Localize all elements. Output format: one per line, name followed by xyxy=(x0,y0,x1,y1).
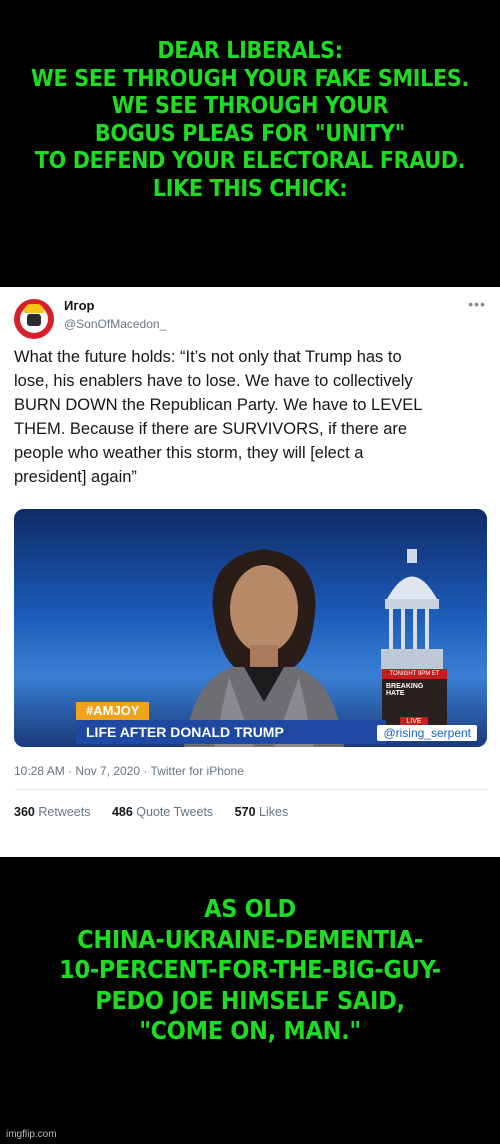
tweet-author-name[interactable]: Игор xyxy=(64,298,94,313)
likes-count: 570 xyxy=(234,805,256,819)
tweet-text-line: lose, his enablers have to lose. We have… xyxy=(14,372,413,390)
tweet-text-line: What the future holds: “It’s not only th… xyxy=(14,348,402,366)
caption-line: DEAR LIBERALS: xyxy=(157,38,343,64)
retweets-count: 360 xyxy=(14,805,35,819)
more-options-icon[interactable]: ••• xyxy=(468,296,486,312)
tweet-text-line: president] again” xyxy=(14,468,137,486)
caption-line: 10-PERCENT-FOR-THE-BIG-GUY- xyxy=(59,955,441,984)
capitol-dome-icon xyxy=(381,549,443,669)
caption-line: PEDO JOE HIMSELF SAID, xyxy=(95,985,405,1015)
inset-schedule: TONIGHT 9PM ET xyxy=(382,669,447,679)
caption-line: CHINA-UKRAINE-DEMENTIA- xyxy=(77,924,423,954)
divider xyxy=(14,789,487,790)
caption-line: WE SEE THROUGH YOUR FAKE SMILES. xyxy=(30,65,470,92)
video-watermark: @rising_serpent xyxy=(377,725,477,741)
retweets-stat[interactable]: 360 Retweets xyxy=(14,805,90,819)
tweet-author-handle[interactable]: @SonOfMacedon_ xyxy=(64,317,166,331)
bottom-caption: AS OLD CHINA-UKRAINE-DEMENTIA- 10-PERCEN… xyxy=(0,894,500,1047)
caption-line: AS OLD xyxy=(204,894,296,923)
likes-label: Likes xyxy=(259,805,289,819)
quote-tweets-stat[interactable]: 486 Quote Tweets xyxy=(112,805,213,819)
imgflip-watermark: imgflip.com xyxy=(6,1129,57,1140)
caption-line: WE SEE THROUGH YOUR xyxy=(111,93,389,120)
tweet-text-line: BURN DOWN the Republican Party. We have … xyxy=(14,396,423,414)
lower-third-banner: LIFE AFTER DONALD TRUMP xyxy=(76,720,386,744)
quote-tweets-count: 486 xyxy=(111,805,133,819)
news-anchor-figure xyxy=(184,549,344,747)
avatar[interactable] xyxy=(14,299,54,339)
tweet-timestamp[interactable]: 10:28 AM · Nov 7, 2020 · Twitter for iPh… xyxy=(14,764,244,778)
tweet-card: Игор @SonOfMacedon_ ••• What the future … xyxy=(0,287,500,857)
face-icon xyxy=(27,314,41,326)
show-tag: #AMJOY xyxy=(76,702,150,720)
tweet-text-line: people who weather this storm, they will… xyxy=(14,444,364,462)
tweet-video[interactable]: TONIGHT 9PM ET BREAKING HATE LIVE #AMJOY… xyxy=(14,509,487,747)
inset-title: BREAKING HATE xyxy=(386,683,424,697)
caption-line: LIKE THIS CHICK: xyxy=(152,175,348,202)
caption-line: "COME ON, MAN." xyxy=(139,1016,361,1045)
caption-line: TO DEFEND YOUR ELECTORAL FRAUD. xyxy=(34,148,466,175)
quote-tweets-label: Quote Tweets xyxy=(136,805,214,819)
caption-line: BOGUS PLEAS FOR "UNITY" xyxy=(94,120,406,147)
tweet-text: What the future holds: “It’s not only th… xyxy=(14,345,494,489)
tweet-text-line: THEM. Because if there are SURVIVORS, if… xyxy=(14,420,408,438)
hat-icon xyxy=(24,304,44,313)
tweet-stats: 360 Retweets 486 Quote Tweets 570 Likes xyxy=(14,805,288,819)
retweets-label: Retweets xyxy=(38,805,91,819)
likes-stat[interactable]: 570 Likes xyxy=(235,805,289,819)
top-caption: DEAR LIBERALS: WE SEE THROUGH YOUR FAKE … xyxy=(0,38,500,204)
